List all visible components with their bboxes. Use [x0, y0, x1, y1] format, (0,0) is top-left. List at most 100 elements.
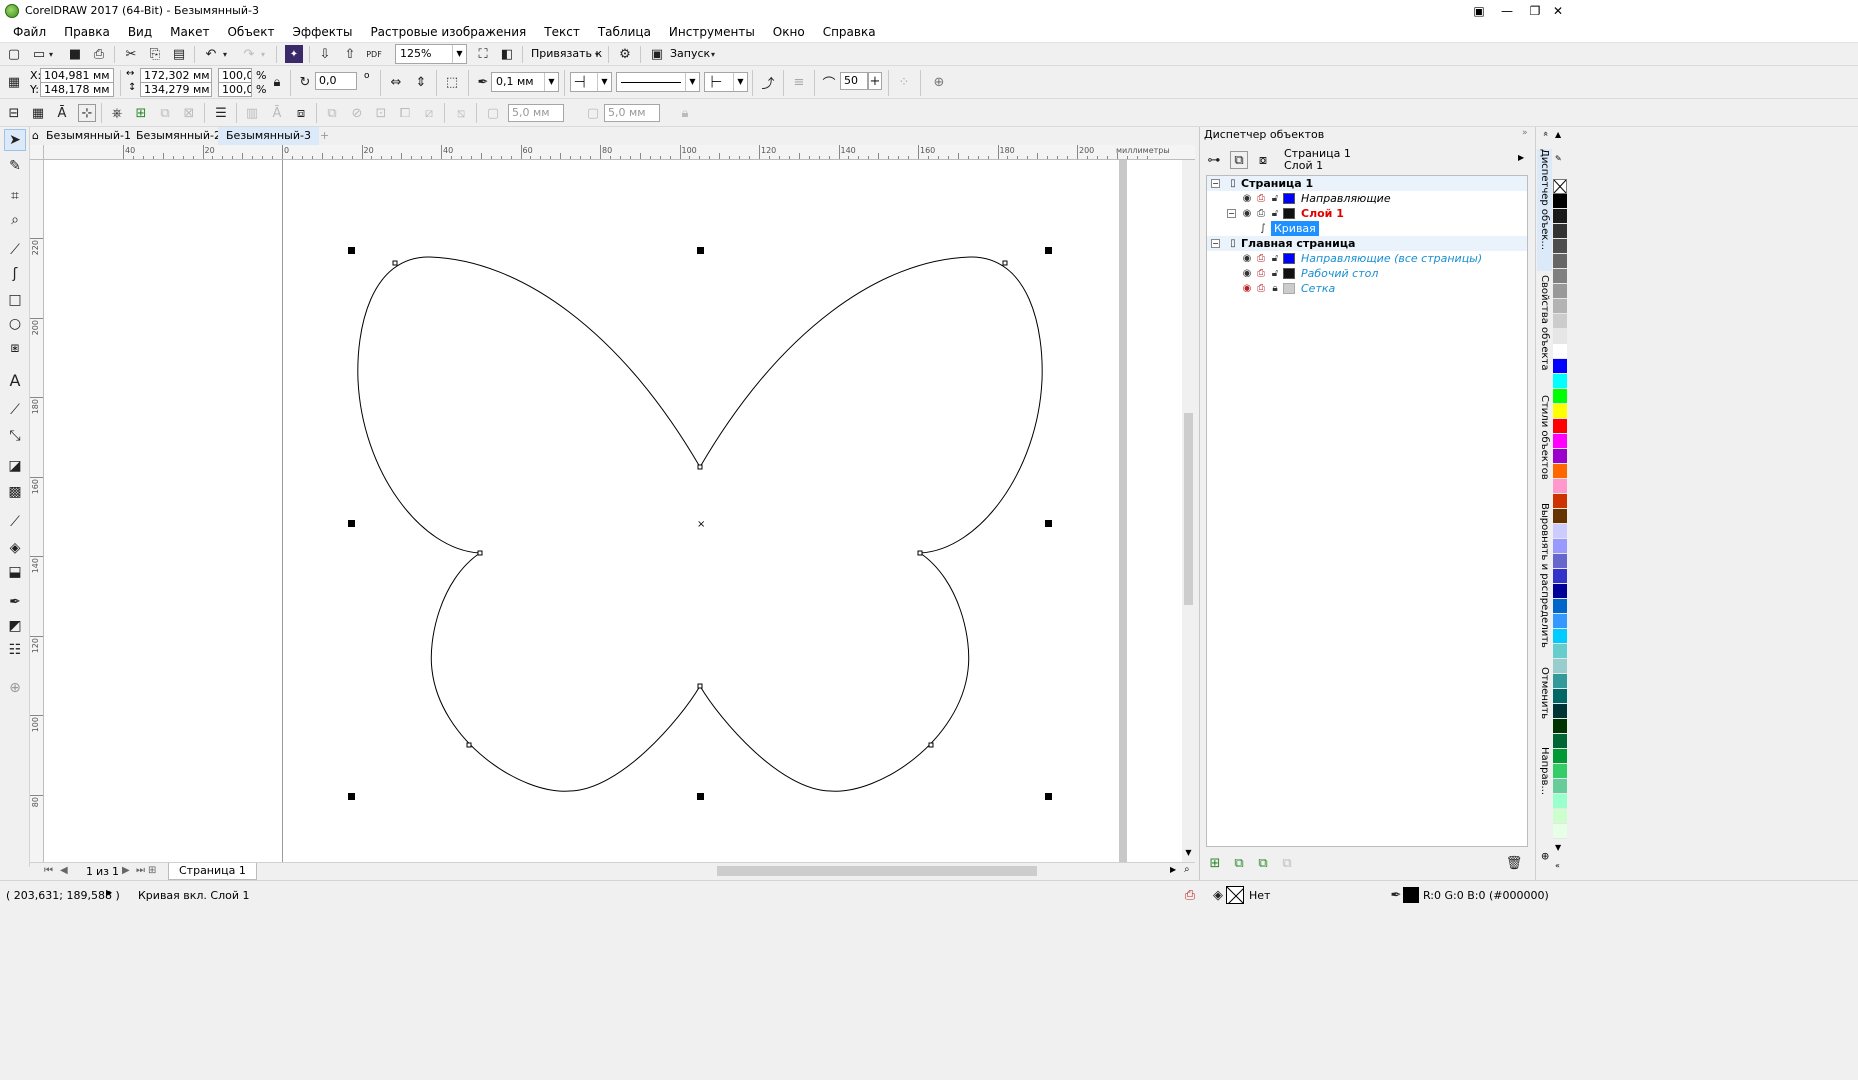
redo-dropdown-icon[interactable]: ▾	[258, 45, 268, 63]
y-position-input[interactable]: 148,178 мм	[40, 82, 114, 97]
corner-radius-input-1[interactable]: 5,0 мм	[508, 104, 564, 122]
pick-tool-icon[interactable]: ➤	[4, 129, 26, 151]
tab-align-distribute[interactable]: Выровнять и распределить	[1537, 503, 1552, 653]
text-tool-icon[interactable]: A	[4, 369, 26, 391]
publish-pdf-icon[interactable]: PDF	[365, 45, 383, 63]
tab-object-styles[interactable]: Стили объектов	[1537, 395, 1552, 487]
create-boundary-icon[interactable]: ⧅	[452, 104, 470, 122]
end-arrowhead-select[interactable]: ├─ ▼	[704, 72, 748, 92]
reduce-nodes-icon[interactable]: ⁘	[895, 73, 913, 91]
tree-row-page-1[interactable]: − ▯ Страница 1	[1207, 176, 1527, 191]
horizontal-scrollbar[interactable]	[622, 864, 1182, 878]
tab-guidelines[interactable]: Направ...	[1537, 747, 1552, 811]
palette-color-swatch[interactable]	[1553, 719, 1567, 734]
tree-row-curve[interactable]: ∫ Кривая	[1207, 221, 1527, 236]
lock-icon[interactable]: 🔓︎	[1269, 266, 1281, 281]
palette-color-swatch[interactable]	[1553, 524, 1567, 539]
palette-scroll-up-icon[interactable]: ▲	[1555, 130, 1561, 139]
tab-object-manager[interactable]: Диспетчер объек...	[1537, 149, 1552, 271]
palette-color-swatch[interactable]	[1553, 479, 1567, 494]
printer-icon[interactable]: ⎙	[1255, 206, 1267, 221]
palette-color-swatch[interactable]	[1553, 239, 1567, 254]
menu-window[interactable]: Окно	[764, 21, 814, 43]
smoothing-input[interactable]: 50	[840, 72, 868, 90]
search-content-icon[interactable]: ✦	[285, 45, 303, 63]
tab-document-2[interactable]: Безымянный-2	[128, 127, 229, 145]
launch-dropdown-icon[interactable]: ▾	[708, 45, 718, 63]
palette-color-swatch[interactable]	[1553, 434, 1567, 449]
palette-color-swatch[interactable]	[1553, 509, 1567, 524]
layer-color-swatch[interactable]	[1283, 208, 1295, 219]
add-page-icon[interactable]: ⊞	[148, 865, 156, 876]
show-rulers-icon[interactable]: ◧	[498, 45, 516, 63]
undo-icon[interactable]: ↶	[202, 45, 220, 63]
palette-color-swatch[interactable]	[1553, 284, 1567, 299]
export-icon[interactable]: ⇧	[341, 45, 359, 63]
delete-trash-icon[interactable]: 🗑︎	[1505, 854, 1523, 872]
collapse-panel-icon[interactable]: »	[1522, 128, 1528, 138]
layer-manager-view-icon[interactable]: ⧇	[1254, 151, 1272, 169]
palette-color-swatch[interactable]	[1553, 794, 1567, 809]
wrap-text-icon[interactable]: ≡	[790, 73, 808, 91]
palette-color-swatch[interactable]	[1553, 419, 1567, 434]
color-proofing-icon[interactable]: ⎙	[1181, 886, 1199, 904]
crop-tool-icon[interactable]: ⌗	[4, 185, 26, 207]
text-fit-icon[interactable]: Ā	[268, 104, 286, 122]
shape-tool-icon[interactable]: ✎	[4, 155, 26, 177]
width-input[interactable]: 172,302 мм	[140, 68, 212, 83]
undo-dropdown-icon[interactable]: ▾	[220, 45, 230, 63]
palette-color-swatch[interactable]	[1553, 329, 1567, 344]
page-layout-icon[interactable]: ⊟	[5, 104, 23, 122]
trim-icon[interactable]: ⊘	[348, 104, 366, 122]
collapse-icon[interactable]: −	[1211, 239, 1220, 248]
collapse-icon[interactable]: −	[1227, 209, 1236, 218]
start-arrowhead-select[interactable]: ─┤ ▼	[570, 72, 612, 92]
menu-file[interactable]: Файл	[4, 21, 55, 43]
palette-color-swatch[interactable]	[1553, 344, 1567, 359]
zoom-navigator-icon[interactable]: ⌕	[1184, 864, 1196, 878]
palette-color-swatch[interactable]	[1553, 254, 1567, 269]
lock-ratio-icon[interactable]: 🔒︎	[268, 73, 286, 91]
lock-icon[interactable]: 🔓︎	[1269, 251, 1281, 266]
layer-color-swatch[interactable]	[1283, 268, 1295, 279]
next-page-icon[interactable]: ▶	[122, 865, 130, 876]
lock-icon[interactable]: 🔓︎	[1269, 206, 1281, 221]
weld-icon[interactable]: ⧉	[323, 104, 341, 122]
new-master-layer-all-icon[interactable]: ⧉	[1254, 854, 1272, 872]
zoom-tool-icon[interactable]: ⌕	[4, 209, 26, 231]
layer-color-swatch[interactable]	[1283, 283, 1295, 294]
palette-color-swatch[interactable]	[1553, 269, 1567, 284]
paste-icon[interactable]: ▤	[170, 45, 188, 63]
last-page-icon[interactable]: ⏭	[136, 865, 145, 876]
mirror-vertical-icon[interactable]: ⇕	[412, 73, 430, 91]
smart-fill-icon[interactable]: ⬓	[4, 561, 26, 583]
no-color-swatch[interactable]	[1553, 179, 1567, 194]
close-curve-icon[interactable]: ⤴	[759, 73, 777, 92]
palette-color-swatch[interactable]	[1553, 749, 1567, 764]
new-layer-icon[interactable]: ⊞	[1206, 854, 1224, 872]
to-front-icon[interactable]: ⧈	[292, 104, 310, 122]
drop-shadow-icon[interactable]: ◪	[4, 455, 26, 477]
menu-view[interactable]: Вид	[119, 21, 161, 43]
eye-icon[interactable]: ◉	[1241, 191, 1253, 206]
palette-color-swatch[interactable]	[1553, 209, 1567, 224]
tab-document-1[interactable]: Безымянный-1	[38, 127, 139, 145]
menu-bitmaps[interactable]: Растровые изображения	[361, 21, 535, 43]
tab-document-3[interactable]: Безымянный-3	[218, 127, 319, 145]
palette-color-swatch[interactable]	[1553, 494, 1567, 509]
tree-row-master-guides[interactable]: ◉ ⎙ 🔓︎ Направляющие (все страницы)	[1207, 251, 1527, 266]
tab-undo[interactable]: Отменить	[1537, 667, 1552, 731]
zoom-level-select[interactable]: 125% ▼	[395, 44, 467, 64]
mirror-horizontal-icon[interactable]: ⇔	[387, 73, 405, 91]
menu-effects[interactable]: Эффекты	[283, 21, 361, 43]
save-icon[interactable]: ■	[66, 45, 84, 63]
new-master-layer-icon[interactable]: ⧉	[1230, 854, 1248, 872]
outline-width-select[interactable]: 0,1 мм ▼	[491, 72, 559, 92]
outline-color-swatch[interactable]	[1403, 887, 1419, 903]
text-frame-icon[interactable]: Ā	[53, 104, 71, 122]
guidelines-icon[interactable]: ⊹	[78, 104, 96, 122]
add-docker-icon[interactable]: ⊕	[1537, 852, 1552, 872]
menu-text[interactable]: Текст	[535, 21, 589, 43]
ungroup-icon[interactable]: ⊠	[180, 104, 198, 122]
line-style-select[interactable]: ▼	[616, 72, 700, 92]
